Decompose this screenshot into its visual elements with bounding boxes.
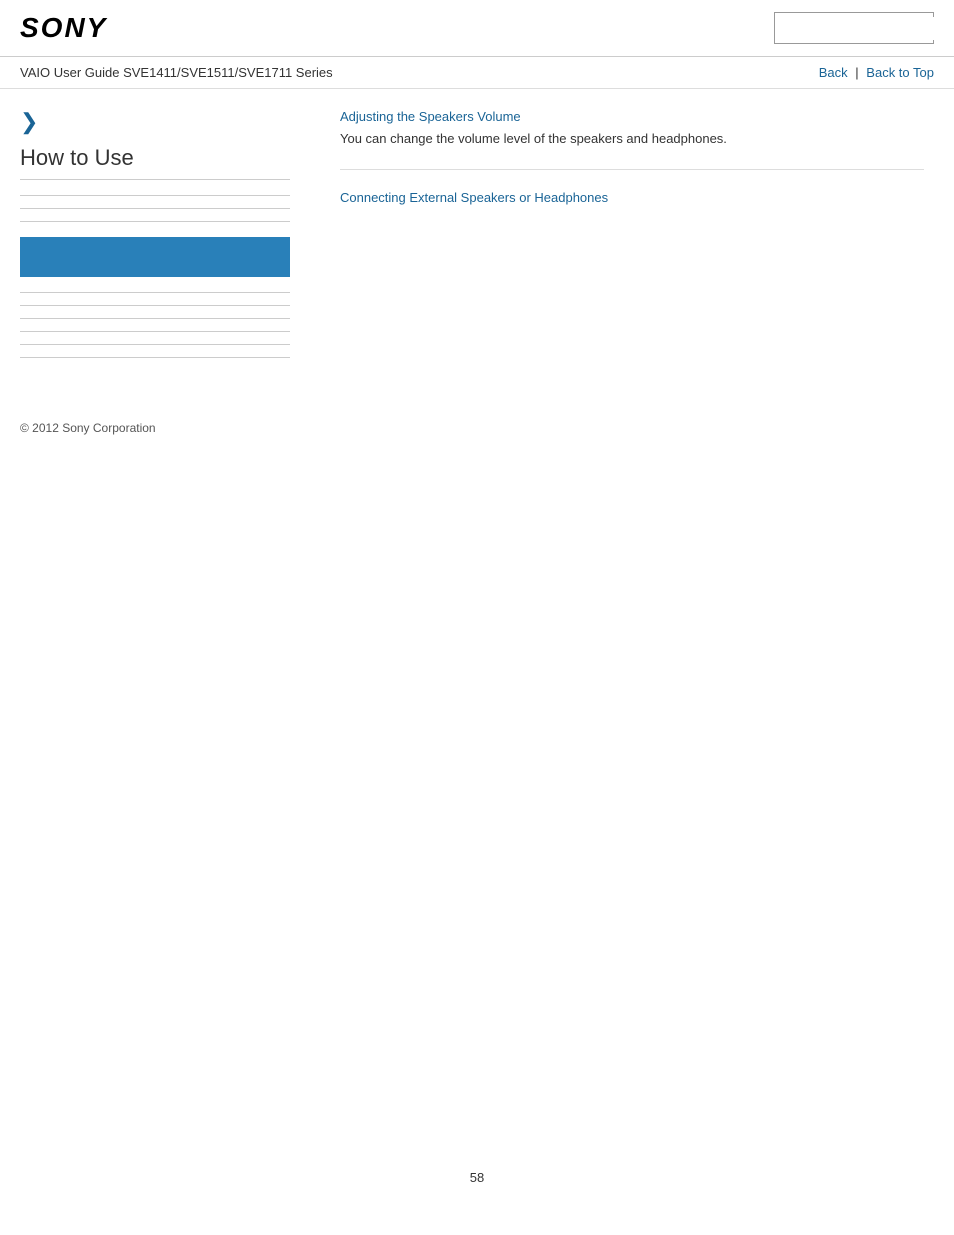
connecting-speakers-link[interactable]: Connecting External Speakers or Headphon… [340, 190, 924, 205]
header: SONY 🔍 [0, 0, 954, 57]
sidebar-divider-1 [20, 195, 290, 196]
nav-links: Back | Back to Top [819, 65, 934, 80]
sidebar-divider-9 [20, 357, 290, 358]
content-item-2: Connecting External Speakers or Headphon… [340, 190, 924, 230]
sidebar-divider-6 [20, 318, 290, 319]
adjusting-speakers-description: You can change the volume level of the s… [340, 129, 924, 149]
sony-logo: SONY [20, 12, 107, 44]
sidebar-divider-7 [20, 331, 290, 332]
sidebar-divider-2 [20, 208, 290, 209]
sidebar-divider-3 [20, 221, 290, 222]
sidebar-highlight [20, 237, 290, 277]
sidebar: ❯ How to Use [0, 89, 310, 390]
search-box: 🔍 [774, 12, 934, 44]
sidebar-divider-8 [20, 344, 290, 345]
sidebar-divider-5 [20, 305, 290, 306]
nav-title: VAIO User Guide SVE1411/SVE1511/SVE1711 … [20, 65, 333, 80]
page-number: 58 [450, 1150, 504, 1205]
back-to-top-link[interactable]: Back to Top [866, 65, 934, 80]
content-area: Adjusting the Speakers Volume You can ch… [310, 89, 954, 390]
nav-bar: VAIO User Guide SVE1411/SVE1511/SVE1711 … [0, 57, 954, 89]
sidebar-arrow: ❯ [20, 109, 290, 135]
back-link[interactable]: Back [819, 65, 848, 80]
content-item-1: Adjusting the Speakers Volume You can ch… [340, 109, 924, 170]
main-content: ❯ How to Use Adjusting the Speakers Volu… [0, 89, 954, 390]
nav-separator: | [855, 65, 862, 80]
adjusting-speakers-link[interactable]: Adjusting the Speakers Volume [340, 109, 924, 124]
sidebar-title: How to Use [20, 145, 290, 180]
footer: © 2012 Sony Corporation [0, 390, 954, 445]
copyright: © 2012 Sony Corporation [20, 421, 156, 435]
sidebar-divider-4 [20, 292, 290, 293]
search-input[interactable] [775, 17, 954, 40]
